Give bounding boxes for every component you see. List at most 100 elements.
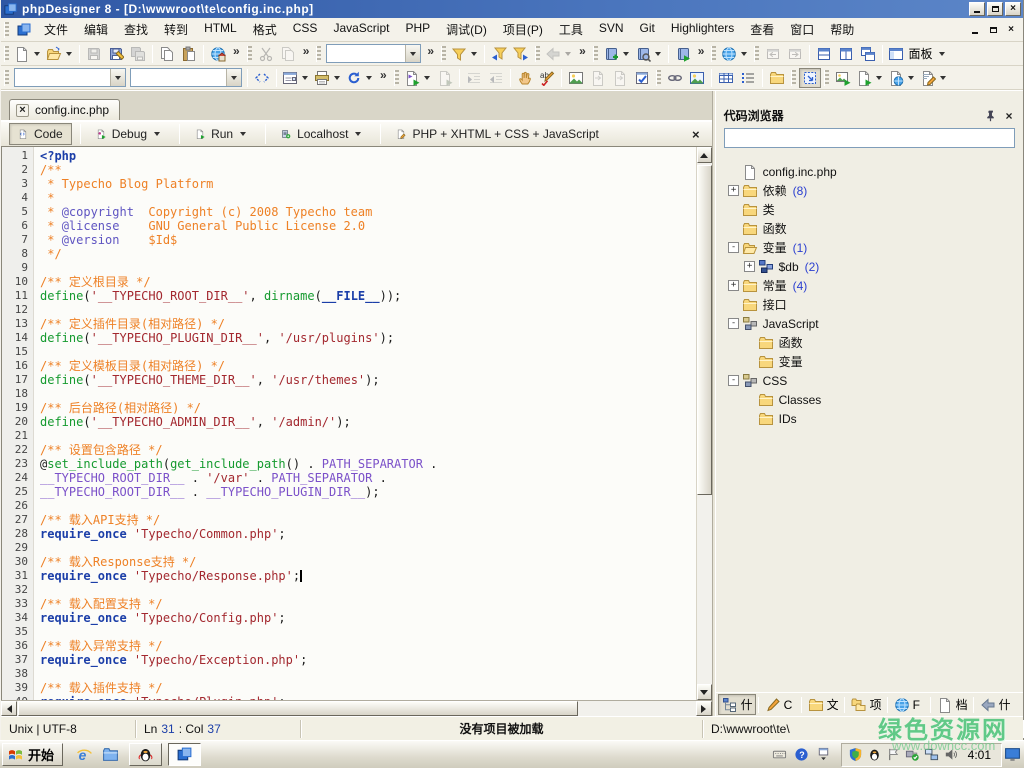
quick-search-combobox[interactable] — [326, 44, 421, 63]
tree-item-[interactable]: 函数 — [726, 333, 1023, 352]
view-debug-button[interactable]: Debug — [87, 123, 171, 145]
security-shield-tray-icon[interactable] — [846, 747, 865, 762]
design-view-button[interactable] — [918, 68, 950, 88]
code-line[interactable]: /** 后台路径(相对路径) */ — [40, 401, 696, 415]
taskbar-qq-button[interactable] — [129, 743, 162, 766]
menu-git[interactable]: Git — [632, 18, 663, 41]
open-in-browser-button[interactable] — [886, 68, 918, 88]
view-localhost-button[interactable]: Localhost — [272, 123, 372, 145]
insert-link-button[interactable] — [664, 68, 686, 88]
menu-[interactable]: 文件 — [36, 18, 76, 41]
tree-item-configincphp[interactable]: config.inc.php — [726, 162, 1023, 181]
vertical-scroll-thumb[interactable] — [697, 165, 712, 495]
view-code-button[interactable]: Code — [9, 123, 72, 145]
dropdown-caret-icon[interactable] — [154, 132, 160, 136]
code-line[interactable] — [40, 429, 696, 443]
print-button[interactable] — [312, 68, 344, 88]
dropdown-caret-icon[interactable] — [908, 76, 914, 80]
quicklaunch-ie-icon[interactable]: e — [71, 744, 97, 766]
code-line[interactable]: /** 载入异常支持 */ — [40, 639, 696, 653]
dropdown-caret-icon[interactable] — [876, 76, 882, 80]
code-line[interactable] — [40, 303, 696, 317]
dropdown-caret-icon[interactable] — [366, 76, 372, 80]
menu-p[interactable]: 项目(P) — [495, 18, 551, 41]
dropdown-caret-icon[interactable] — [939, 52, 945, 56]
menu-svn[interactable]: SVN — [591, 18, 632, 41]
insert-table-button[interactable] — [715, 68, 737, 88]
panel-close-icon[interactable]: × — [1001, 108, 1017, 123]
run-image-button[interactable] — [832, 68, 854, 88]
tree-item-css[interactable]: -CSS — [726, 371, 1023, 390]
expand-icon[interactable]: + — [726, 280, 742, 291]
overflow-chevron-icon[interactable]: » — [376, 68, 391, 88]
code-tags-button[interactable] — [251, 68, 273, 88]
code-line[interactable]: __TYPECHO_ROOT_DIR__ . '/var' . PATH_SEP… — [40, 471, 696, 485]
dropdown-caret-icon[interactable] — [565, 52, 571, 56]
toolbar-grip[interactable] — [824, 70, 829, 86]
dropdown-caret-icon[interactable] — [334, 76, 340, 80]
panel-tab-code-snippets[interactable]: C — [761, 694, 799, 715]
dropdown-caret-icon[interactable] — [741, 52, 747, 56]
menu-[interactable]: 查看 — [742, 18, 782, 41]
code-line[interactable]: define('__TYPECHO_PLUGIN_DIR__', '/usr/p… — [40, 331, 696, 345]
menu-[interactable]: 格式 — [245, 18, 285, 41]
code-line[interactable]: /** 设置包含路径 */ — [40, 443, 696, 457]
code-line[interactable]: * @copyright Copyright (c) 2008 Typecho … — [40, 205, 696, 219]
code-line[interactable]: * @license GNU General Public License 2.… — [40, 219, 696, 233]
tree-item-[interactable]: +常量(4) — [726, 276, 1023, 295]
panel-tab-code-explorer[interactable]: 什 — [718, 694, 756, 715]
dropdown-caret-icon[interactable] — [355, 132, 361, 136]
toolbar-grip[interactable] — [711, 46, 716, 62]
code-line[interactable]: @set_include_path(get_include_path() . P… — [40, 457, 696, 471]
dropdown-caret-icon[interactable] — [240, 132, 246, 136]
tab-close-icon[interactable]: × — [16, 104, 29, 117]
toolbar-grip[interactable] — [441, 46, 446, 62]
bookmark-go-button[interactable] — [672, 44, 694, 64]
bookmark-add-button[interactable] — [601, 44, 633, 64]
preview-in-browser-button[interactable] — [207, 44, 229, 64]
code-line[interactable]: require_once 'Typecho/Config.php'; — [40, 611, 696, 625]
code-line[interactable]: require_once 'Typecho/Exception.php'; — [40, 653, 696, 667]
code-line[interactable]: define('__TYPECHO_ROOT_DIR__', dirname(_… — [40, 289, 696, 303]
combobox-dropdown-icon[interactable] — [405, 45, 420, 62]
code-line[interactable]: */ — [40, 247, 696, 261]
tree-item-[interactable]: -变量(1) — [726, 238, 1023, 257]
toolbar-grip[interactable] — [656, 70, 661, 86]
close-button[interactable]: × — [1005, 2, 1021, 16]
code-line[interactable]: * — [40, 191, 696, 205]
menu-[interactable]: 工具 — [551, 18, 591, 41]
expand-box[interactable]: + — [728, 280, 739, 291]
menu-[interactable]: 转到 — [156, 18, 196, 41]
collapse-icon[interactable]: - — [726, 318, 742, 329]
help-tray-icon[interactable]: ? — [791, 747, 813, 762]
horizontal-scroll-thumb[interactable] — [18, 701, 578, 716]
scroll-up-button[interactable] — [697, 147, 712, 163]
split-horizontal-button[interactable] — [813, 44, 835, 64]
tab-config-inc-php[interactable]: × config.inc.php — [9, 99, 120, 120]
code-line[interactable] — [40, 583, 696, 597]
code-line[interactable]: define('__TYPECHO_ADMIN_DIR__', '/admin/… — [40, 415, 696, 429]
expand-box[interactable]: + — [728, 185, 739, 196]
menu-[interactable]: 帮助 — [822, 18, 862, 41]
insert-list-button[interactable] — [737, 68, 759, 88]
overflow-chevron-icon[interactable]: » — [575, 44, 590, 64]
dropdown-caret-icon[interactable] — [34, 52, 40, 56]
toolbar-grip[interactable] — [4, 70, 9, 86]
expand-box[interactable]: - — [728, 242, 739, 253]
menu-d[interactable]: 调试(D) — [438, 18, 495, 41]
symbol-select-combobox[interactable] — [14, 68, 126, 87]
expand-box[interactable]: + — [744, 261, 755, 272]
code-line[interactable]: __TYPECHO_ROOT_DIR__ . __TYPECHO_PLUGIN_… — [40, 485, 696, 499]
scroll-down-button[interactable] — [697, 684, 712, 700]
toolbar-grip[interactable] — [316, 46, 321, 62]
dropdown-caret-icon[interactable] — [940, 76, 946, 80]
code-line[interactable]: * Typecho Blog Platform — [40, 177, 696, 191]
expand-icon[interactable]: + — [742, 261, 758, 272]
overflow-chevron-icon[interactable]: » — [299, 44, 314, 64]
toolbar-grip[interactable] — [4, 46, 9, 62]
code-line[interactable]: /** 定义根目录 */ — [40, 275, 696, 289]
code-line[interactable]: require_once 'Typecho/Response.php'; — [40, 569, 696, 583]
code-line[interactable]: /** 载入API支持 */ — [40, 513, 696, 527]
collapse-icon[interactable]: - — [726, 375, 742, 386]
code-line[interactable]: /** 载入配置支持 */ — [40, 597, 696, 611]
